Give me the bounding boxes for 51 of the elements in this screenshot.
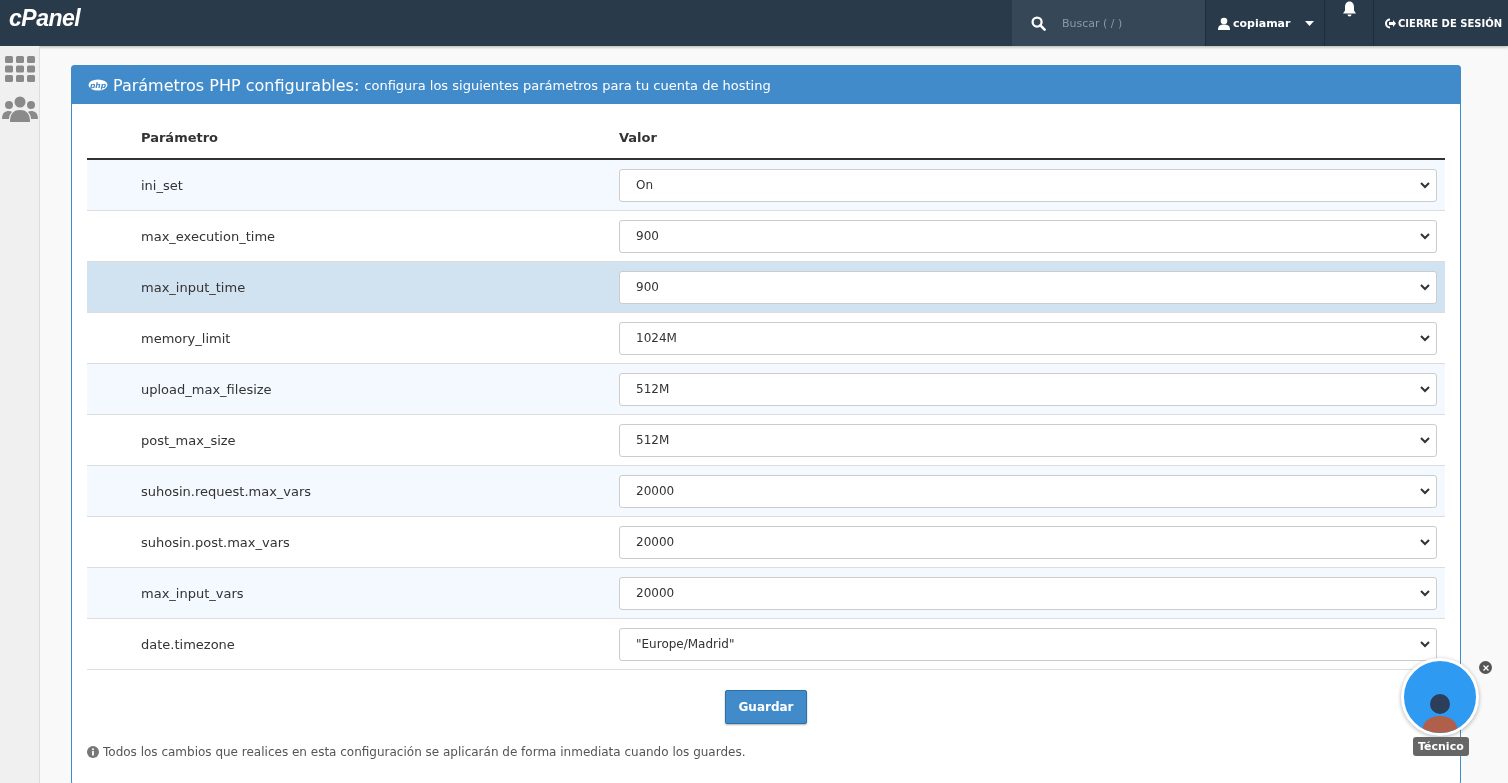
value-dropdown[interactable]: 900	[619, 219, 1437, 253]
value-dropdown[interactable]: On	[619, 168, 1437, 202]
parameter-name: ini_set	[140, 177, 184, 193]
parameter-name: suhosin.post.max_vars	[140, 534, 291, 550]
chevron-icon	[1420, 487, 1430, 495]
column-header: Parámetro	[140, 129, 220, 145]
parameter-name: date.timezone	[140, 636, 236, 652]
parameter-name: post_max_size	[140, 432, 237, 448]
search-field[interactable]: Buscar ( / )	[1060, 15, 1184, 31]
chevron-icon	[1420, 385, 1430, 393]
value-dropdown[interactable]: 20000	[619, 576, 1437, 610]
cpanel-logo[interactable]: cPanel	[9, 5, 81, 32]
value-dropdown[interactable]: 1024M	[619, 321, 1437, 355]
caret-icon	[1305, 20, 1315, 26]
chevron-icon	[1420, 436, 1430, 444]
parameter-name: upload_max_filesize	[140, 381, 273, 397]
close-icon	[1482, 664, 1489, 671]
column-header: Valor	[619, 129, 658, 145]
users-icon[interactable]	[1, 96, 38, 122]
chevron-icon	[1420, 232, 1430, 240]
value-dropdown[interactable]: 900	[619, 270, 1437, 304]
value-dropdown[interactable]: 20000	[619, 525, 1437, 559]
logout-button[interactable]: CIERRE DE SESIÓN	[1373, 0, 1508, 46]
support-label: Técnico	[1413, 737, 1469, 756]
panel-subtitle: configura los siguientes parámetros para tu cuenta de hosting	[364, 77, 771, 93]
info-note: Todos los cambios que realices en esta configuración se aplicarán de forma inmediata cuando los guardes.	[103, 745, 746, 759]
user-icon	[1218, 16, 1230, 30]
panel-title: Parámetros PHP configurables:	[113, 75, 360, 95]
close-button[interactable]	[1479, 661, 1492, 674]
value-dropdown[interactable]: 512M	[619, 423, 1437, 457]
bell-icon	[1341, 1, 1357, 17]
chevron-icon	[1420, 283, 1430, 291]
value-dropdown[interactable]: 20000	[619, 474, 1437, 508]
chevron-icon	[1420, 181, 1430, 189]
chevron-icon	[1420, 589, 1430, 597]
grid-icon[interactable]	[4, 56, 35, 82]
parameter-name: memory_limit	[140, 330, 232, 346]
chevron-icon	[1420, 640, 1430, 648]
parameter-name: max_input_vars	[140, 585, 245, 601]
user-menu[interactable]: copiamar	[1205, 0, 1324, 46]
save-button[interactable]: Guardar	[725, 690, 807, 724]
parameter-name: max_input_time	[140, 279, 247, 295]
chevron-icon	[1420, 538, 1430, 546]
search-icon	[1031, 15, 1046, 31]
value-dropdown[interactable]: "Europe/Madrid"	[619, 627, 1437, 661]
logout-icon	[1384, 17, 1396, 29]
parameter-name: suhosin.request.max_vars	[140, 483, 313, 499]
value-dropdown[interactable]: 512M	[619, 372, 1437, 406]
info-icon	[87, 746, 99, 758]
chevron-icon	[1420, 334, 1430, 342]
parameter-name: max_execution_time	[140, 228, 277, 244]
